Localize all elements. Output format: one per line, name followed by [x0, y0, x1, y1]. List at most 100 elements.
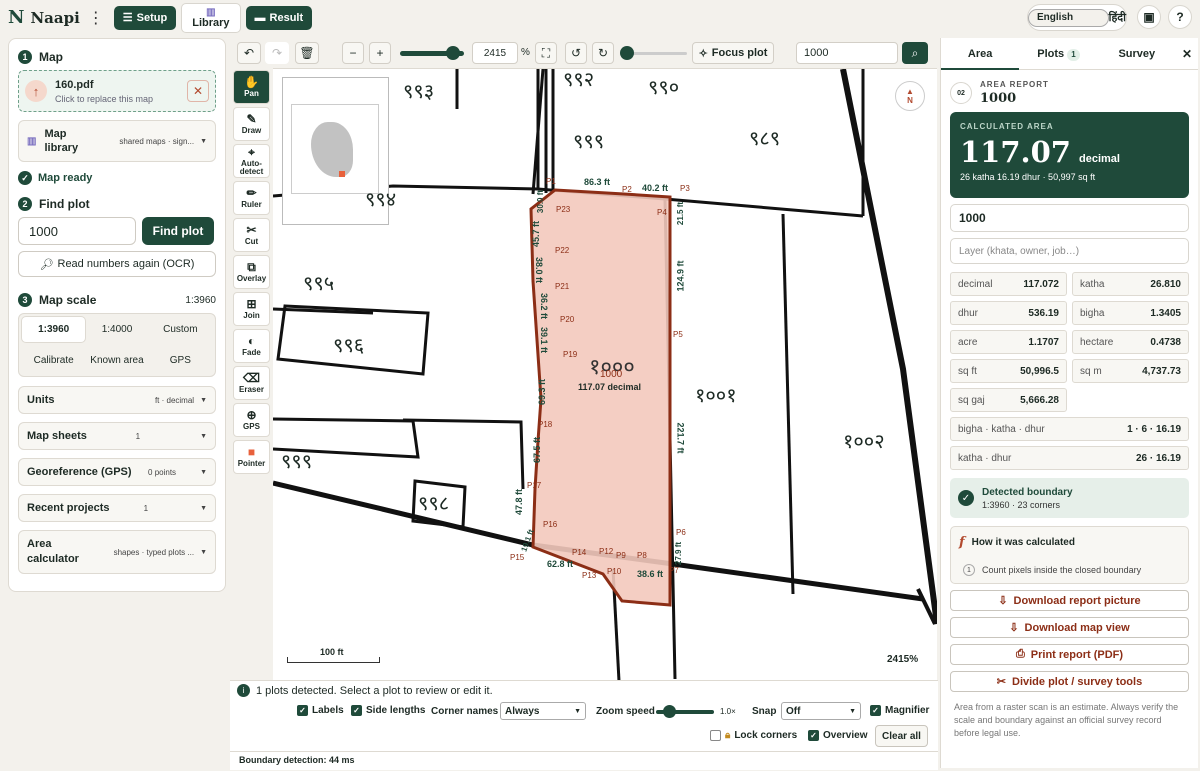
focus-plot-button[interactable]: ✧ Focus plot: [692, 42, 774, 64]
setup-button[interactable]: ☰ Setup: [113, 5, 177, 30]
tool-draw[interactable]: ✎ Draw: [233, 107, 270, 141]
labels-toggle[interactable]: ✓ Labels: [297, 705, 344, 716]
recent-projects-section[interactable]: Recent projects 1 ▼: [18, 494, 216, 522]
result-button[interactable]: ▬ Result: [245, 5, 313, 30]
download-report-picture-button[interactable]: ⇩ Download report picture: [950, 590, 1189, 611]
tool-gps[interactable]: ⊕ GPS: [233, 403, 270, 437]
neighbor-plot-label: ९९३: [403, 82, 435, 105]
rotation-slider-handle[interactable]: [620, 46, 634, 60]
tab-plots[interactable]: Plots 1: [1019, 38, 1097, 70]
scale-option[interactable]: 1:4000: [85, 317, 148, 342]
magnifier-toggle[interactable]: ✓ Magnifier: [870, 705, 929, 716]
close-icon[interactable]: ✕: [1176, 47, 1198, 61]
corner-label: P16: [543, 520, 558, 529]
lock-icon: 🔒︎: [725, 730, 731, 741]
neighbor-plot-label: ९९०: [648, 78, 680, 101]
tab-survey[interactable]: Survey: [1098, 38, 1176, 70]
redo-button[interactable]: ↷: [265, 42, 289, 64]
zoom-slider-handle[interactable]: [446, 46, 460, 60]
unit-cell: acre 1.1707: [950, 330, 1067, 354]
plot-number-input[interactable]: 1000: [18, 217, 136, 245]
lang-english[interactable]: English: [1028, 8, 1109, 27]
tool-ruler[interactable]: ✏ Ruler: [233, 181, 270, 215]
help-button[interactable]: ?: [1168, 5, 1192, 29]
side-length-label: 36.2 ft: [539, 292, 550, 320]
plot-name-input[interactable]: 1000: [950, 204, 1189, 232]
tab-area[interactable]: Area: [941, 38, 1020, 70]
list-icon: ☰: [122, 12, 133, 24]
fit-view-button[interactable]: ⛶: [535, 42, 557, 64]
calculated-area-card: CALCULATED AREA 117.07 decimal 26 katha …: [950, 112, 1189, 198]
map-library-card[interactable]: ▥ Map library shared maps · sign... ▼: [18, 120, 216, 162]
book-icon[interactable]: ▣: [1137, 5, 1161, 29]
print-report-button[interactable]: ⎙ Print report (PDF): [950, 644, 1189, 665]
download-icon: ⇩: [1009, 622, 1019, 634]
rotation-slider[interactable]: [625, 52, 687, 55]
corner-label: P15: [510, 553, 525, 562]
gps-icon: ⊕: [246, 408, 257, 422]
corner-names-select[interactable]: Always ▼: [500, 702, 586, 720]
layer-input[interactable]: Layer (khata, owner, job…): [950, 238, 1189, 264]
scale-option[interactable]: 1:3960: [22, 317, 86, 342]
minimap-viewport: [339, 171, 345, 177]
zoom-speed-handle[interactable]: [663, 705, 676, 718]
corner-label: P12: [599, 547, 614, 556]
tool-pan[interactable]: ✋ Pan: [233, 70, 270, 104]
scale-option[interactable]: Custom: [149, 317, 212, 342]
tool-overlay[interactable]: ⧉ Overlay: [233, 255, 270, 289]
how-calculated-section[interactable]: f How it was calculated 1 Count pixels ins…: [950, 526, 1189, 584]
more-menu-icon[interactable]: ⋮: [88, 8, 104, 28]
corner-label: P13: [582, 571, 597, 580]
download-map-view-button[interactable]: ⇩ Download map view: [950, 617, 1189, 638]
ocr-button[interactable]: 🔎︎ Read numbers again (OCR): [18, 251, 216, 277]
side-length-label: 45.7 ft: [531, 220, 542, 248]
lang-hindi[interactable]: हिंदी: [1109, 10, 1126, 25]
find-plot-button[interactable]: Find plot: [142, 217, 214, 245]
scale-bar: [287, 657, 380, 663]
map-sheets-section[interactable]: Map sheets 1 ▼: [18, 422, 216, 450]
scale-option[interactable]: GPS: [149, 348, 212, 373]
corner-label: P21: [555, 282, 570, 291]
rotate-left-button[interactable]: ↺: [565, 42, 587, 64]
divide-plot-button[interactable]: ✂ Divide plot / survey tools: [950, 671, 1189, 692]
clear-all-button[interactable]: Clear all: [875, 725, 928, 747]
zoom-level-input[interactable]: 2415: [472, 42, 518, 64]
tool-join[interactable]: ⊞ Join: [233, 292, 270, 326]
map-search-input[interactable]: 1000: [796, 42, 898, 64]
rotate-right-button[interactable]: ↻: [592, 42, 614, 64]
side-length-label: 86.3 ft: [584, 177, 611, 187]
map-file-dropzone[interactable]: ↑ 160.pdf Click to replace this map ✕: [18, 70, 216, 112]
delete-button[interactable]: 🗑︎: [295, 42, 319, 64]
area-calculator-section[interactable]: Area calculator shapes · typed plots ... ▼: [18, 530, 216, 574]
zoom-out-button[interactable]: −: [342, 42, 364, 64]
neighbor-plot-label: ९९२: [563, 70, 595, 93]
north-arrow-icon[interactable]: ▲ N: [895, 81, 925, 111]
map-file-hint: Click to replace this map: [55, 93, 154, 104]
hand-icon: ✋: [244, 75, 259, 89]
tool-auto-detect[interactable]: ⌖ Auto-detect: [233, 144, 270, 178]
tool-cut[interactable]: ✂ Cut: [233, 218, 270, 252]
remove-map-button[interactable]: ✕: [187, 80, 209, 102]
lock-corners-toggle[interactable]: 🔒︎ Lock corners: [710, 730, 797, 741]
trash-icon: 🗑︎: [299, 46, 315, 60]
georeference-section[interactable]: Georeference (GPS) 0 points ▼: [18, 458, 216, 486]
tool-fade[interactable]: ◐ Fade: [233, 329, 270, 363]
tool-pointer[interactable]: ■ Pointer: [233, 440, 270, 474]
library-button[interactable]: ▥ Library: [181, 2, 241, 33]
snap-select[interactable]: Off ▼: [781, 702, 861, 720]
units-section[interactable]: Units ft · decimal ▼: [18, 386, 216, 414]
neighbor-plot-label: ९९९: [281, 452, 313, 475]
zoom-in-button[interactable]: +: [369, 42, 391, 64]
tool-eraser[interactable]: ⌫ Eraser: [233, 366, 270, 400]
fit-icon: ⛶: [541, 45, 551, 60]
result-icon: ▬: [254, 11, 266, 24]
scale-option[interactable]: Calibrate: [22, 348, 85, 373]
step-find-plot: 2 Find plot: [18, 197, 216, 211]
side-lengths-toggle[interactable]: ✓ Side lengths: [351, 705, 425, 716]
map-search-button[interactable]: ⌕: [902, 42, 928, 64]
unit-cell: decimal 117.072: [950, 272, 1067, 296]
map-canvas[interactable]: ▲ N १००० 1000 117.07 decimal ९९३ ९९२ ९९० …: [273, 68, 937, 680]
overview-toggle[interactable]: ✓ Overview: [808, 730, 867, 741]
undo-button[interactable]: ↶: [237, 42, 261, 64]
scale-option[interactable]: Known area: [85, 348, 148, 373]
